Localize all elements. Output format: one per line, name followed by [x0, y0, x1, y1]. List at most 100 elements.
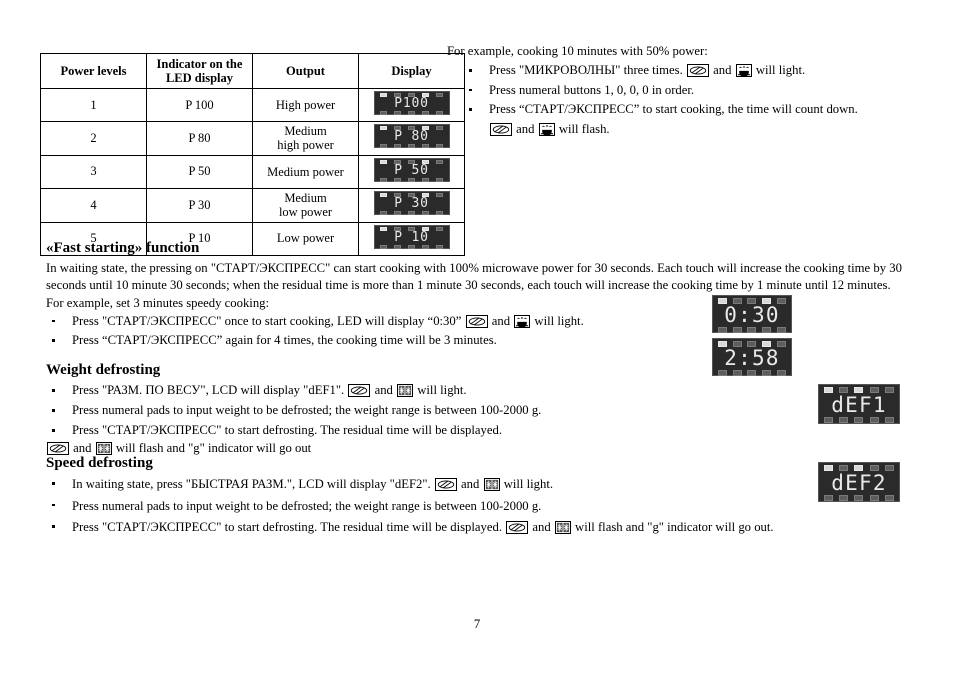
indicator-auto-icon	[854, 417, 864, 423]
indicator-auto-icon	[854, 495, 864, 501]
column-header-power-levels-line1: Power levels	[60, 63, 127, 78]
indicator-microwave-icon	[380, 226, 387, 231]
indicator-ml-icon	[777, 327, 787, 333]
bullet-text: Press "СТАРТ/ЭКСПРЕСС" once to start coo…	[72, 313, 462, 328]
weight-defrosting-tail-line: and will flash and "g" indicator will go…	[46, 441, 686, 456]
weight-defrosting-section: Weight defrosting Press "РАЗМ. ПО ВЕСУ",…	[46, 362, 686, 456]
bullet-text-tail: will light.	[755, 63, 806, 78]
indicator-ml-icon	[436, 144, 443, 149]
bullet-text: Press "СТАРТ/ЭКСПРЕСС" to start defrosti…	[72, 423, 503, 438]
led-display-def1: dEF1	[818, 384, 900, 424]
table-row: 3 P 50 Medium power P 50	[40, 154, 465, 189]
bullet-text: Press “СТАРТ/ЭКСПРЕСС” again for 4 times…	[72, 333, 497, 348]
defrost-snowflake-icon	[397, 384, 414, 397]
speed-defrosting-bullet-list: In waiting state, press "БЫСТРАЯ РАЗМ.",…	[46, 474, 836, 538]
cell-output-line2: high power	[277, 138, 334, 153]
led-bottom-indicators	[375, 177, 449, 182]
heating-cup-icon	[735, 64, 752, 78]
table-header: Power levels Indicator on the LED displa…	[40, 53, 465, 89]
indicator-auto-icon	[408, 177, 415, 182]
example-bullet-list: Press "МИКРОВОЛНЫ" three times. and will…	[447, 61, 947, 118]
indicator-defrost-icon	[394, 144, 401, 149]
indicator-gram-icon	[869, 495, 879, 501]
led-digits: P100	[394, 96, 429, 111]
led-digits: P 50	[394, 162, 429, 178]
cell-output-line2: low power	[278, 205, 333, 220]
bullet-text: In waiting state, press "БЫСТРАЯ РАЗМ.",…	[72, 477, 431, 491]
indicator-defrost-icon	[394, 177, 401, 182]
indicator-defrost-icon	[839, 495, 849, 501]
cell-display: P 50	[358, 154, 465, 189]
bullet-marker-icon	[52, 409, 55, 412]
cell-indicator: P 30	[146, 187, 253, 223]
bullet-conjunction: and	[532, 520, 551, 535]
indicator-gram-icon	[422, 177, 429, 182]
example-continuation-line: and will flash.	[447, 120, 947, 138]
cell-output-line1: Medium power	[267, 164, 344, 179]
led-bottom-indicators	[819, 495, 899, 501]
section-title-speed-defrosting: Speed defrosting	[46, 455, 153, 471]
led-digits: P 30	[394, 196, 429, 212]
indicator-weight-icon	[824, 417, 834, 423]
bullet-text: Press "СТАРТ/ЭКСПРЕСС" to start defrosti…	[72, 520, 503, 535]
cell-output-line1: High power	[275, 97, 336, 112]
led-display-panel: P 80	[373, 124, 450, 149]
list-item: Press "СТАРТ/ЭКСПРЕСС" to start defrosti…	[46, 421, 686, 440]
microwave-icon	[47, 442, 69, 456]
indicator-weight-icon	[717, 370, 727, 376]
list-item: Press "СТАРТ/ЭКСПРЕСС" to start defrosti…	[46, 517, 836, 538]
cell-power-level: 1	[40, 88, 147, 122]
list-item: Press numeral pads to input weight to be…	[46, 496, 836, 517]
heating-cup-icon	[514, 314, 531, 328]
speed-defrosting-section: Speed defrosting In waiting state, press…	[46, 455, 836, 539]
microwave-icon	[506, 521, 529, 535]
microwave-icon	[348, 384, 371, 397]
led-bottom-indicators	[713, 370, 791, 376]
bullet-marker-icon	[469, 88, 472, 92]
bullet-conjunction: and	[491, 313, 511, 328]
bullet-conjunction: and	[374, 383, 393, 397]
indicator-microwave-icon	[380, 193, 387, 198]
bullet-text: Press numeral pads to input weight to be…	[72, 498, 542, 513]
indicator-defrost-icon	[394, 211, 401, 216]
bullet-text: Press numeral pads to input weight to be…	[72, 403, 542, 418]
table-row: 1 P 100 High power P100	[40, 88, 465, 122]
list-item: In waiting state, press "БЫСТРАЯ РАЗМ.",…	[46, 474, 836, 495]
list-item: Press numeral buttons 1, 0, 0, 0 in orde…	[447, 81, 947, 99]
led-bottom-indicators	[713, 327, 791, 333]
tail-conjunction: and	[73, 441, 92, 456]
cell-indicator: P 80	[146, 121, 253, 156]
tail-text: will flash and "g" indicator will go out	[115, 441, 312, 456]
bullet-marker-icon	[52, 389, 55, 392]
led-display-panel: P100	[373, 91, 450, 115]
indicator-lock-icon	[436, 126, 443, 131]
bullet-marker-icon	[52, 482, 55, 485]
bullet-text: Press numeral buttons 1, 0, 0, 0 in orde…	[489, 82, 695, 97]
indicator-gram-icon	[869, 417, 879, 423]
defrost-snowflake-icon	[554, 521, 571, 535]
indicator-lock-icon	[436, 93, 443, 97]
column-header-output: Output	[252, 53, 359, 89]
fast-starting-bullet-list: Press "СТАРТ/ЭКСПРЕСС" once to start coo…	[46, 312, 666, 350]
example-lead-text: For example, cooking 10 minutes with 50%…	[447, 44, 708, 58]
indicator-ml-icon	[436, 177, 443, 182]
indicator-gram-icon	[422, 144, 429, 149]
page-number: 7	[473, 617, 481, 631]
microwave-icon	[490, 122, 512, 136]
bullet-text-tail: will light.	[534, 313, 584, 328]
bullet-marker-icon	[52, 339, 55, 342]
indicator-weight-icon	[717, 327, 727, 333]
cell-power-level: 3	[40, 154, 147, 189]
indicator-ml-icon	[884, 495, 894, 501]
bullet-conjunction: and	[461, 477, 480, 491]
led-display-panel: P 50	[373, 157, 450, 182]
indicator-microwave-icon	[380, 93, 387, 97]
bullet-text: Press “СТАРТ/ЭКСПРЕСС” to start cooking,…	[489, 102, 858, 117]
led-bottom-indicators	[375, 111, 449, 115]
led-display-030: 0:30	[712, 295, 792, 333]
bullet-text-tail: will flash and "g" indicator will go out…	[575, 520, 774, 535]
indicator-ml-icon	[777, 370, 787, 376]
column-header-indicator-line1: Indicator on the	[156, 56, 243, 71]
indicator-lock-icon	[436, 226, 443, 231]
bullet-marker-icon	[469, 69, 472, 72]
